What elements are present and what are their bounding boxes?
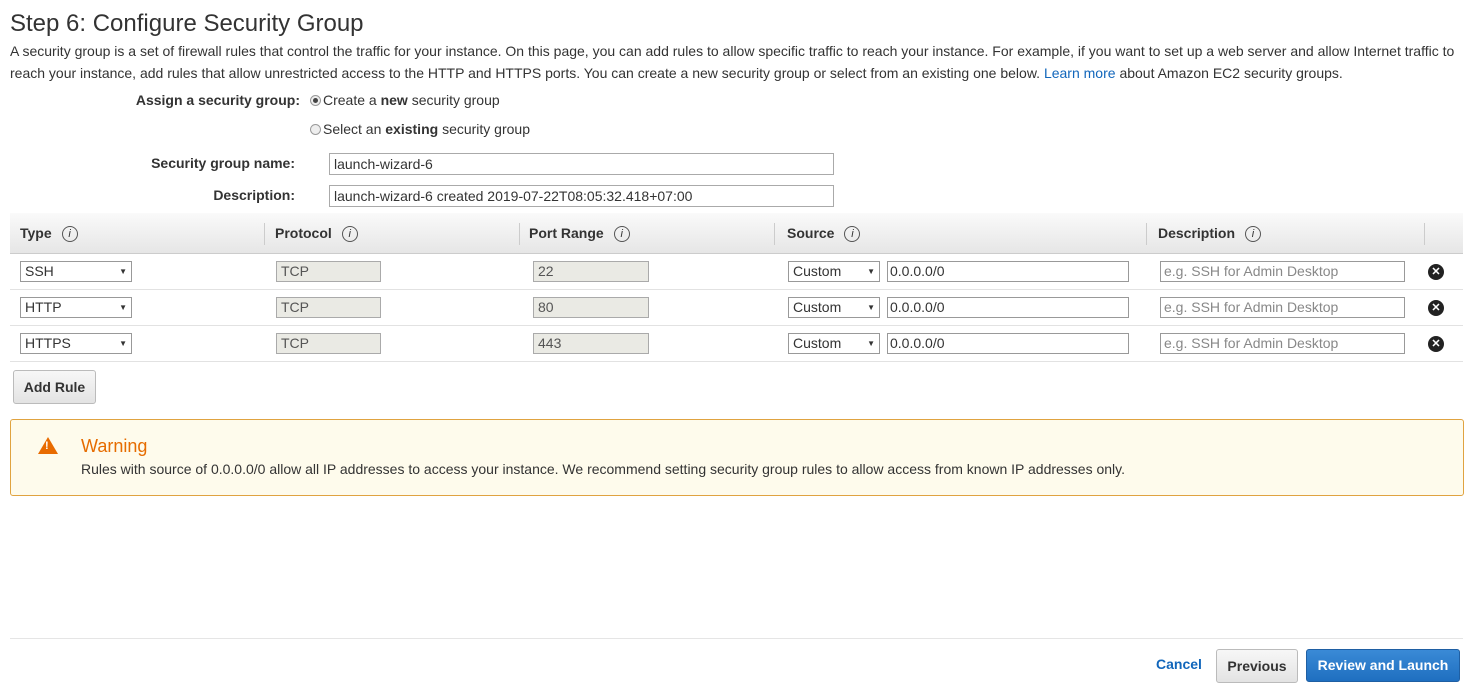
info-icon[interactable]: i: [1245, 225, 1262, 242]
rules-table: Type i Protocol i Port Range i Source i Desc…: [10, 213, 1463, 362]
chevron-down-icon: ▼: [119, 303, 127, 312]
info-icon[interactable]: i: [844, 225, 861, 242]
source-select[interactable]: Custom ▼: [788, 261, 880, 282]
radio-icon[interactable]: [310, 123, 321, 135]
port-range-field: 22: [533, 261, 649, 282]
protocol-field: TCP: [276, 261, 381, 282]
radio-new-text-bold: new: [380, 92, 408, 108]
type-select[interactable]: SSH ▼: [20, 261, 132, 282]
info-icon[interactable]: i: [341, 225, 358, 242]
rule-description-input[interactable]: e.g. SSH for Admin Desktop: [1160, 333, 1405, 354]
table-row: SSH ▼ TCP 22 Custom ▼ 0.0.0.0/0 e.g. SSH f…: [10, 254, 1463, 290]
source-mode-value: Custom: [793, 299, 842, 315]
warning-title: Warning: [81, 436, 148, 456]
source-mode-value: Custom: [793, 263, 842, 279]
header-source-label: Source: [787, 225, 835, 241]
close-circle-icon[interactable]: ✕: [1428, 300, 1444, 316]
header-protocol: Protocol i: [275, 213, 358, 254]
type-select[interactable]: HTTPS ▼: [20, 333, 132, 354]
chevron-down-icon: ▼: [119, 267, 127, 276]
page-title: Step 6: Configure Security Group: [10, 10, 364, 37]
column-divider: [1146, 223, 1147, 245]
warning-panel: ! Warning Rules with source of 0.0.0.0/0…: [10, 419, 1464, 496]
column-divider: [774, 223, 775, 245]
column-divider: [264, 223, 265, 245]
learn-more-link[interactable]: Learn more: [1044, 65, 1116, 81]
port-range-field: 443: [533, 333, 649, 354]
port-range-field: 80: [533, 297, 649, 318]
radio-existing-text-post: security group: [442, 121, 530, 137]
type-value: HTTP: [25, 299, 62, 315]
type-select[interactable]: HTTP ▼: [20, 297, 132, 318]
group-description-input[interactable]: launch-wizard-6 created 2019-07-22T08:05…: [329, 185, 834, 207]
table-row: HTTPS ▼ TCP 443 Custom ▼ 0.0.0.0/0 e.g. SS…: [10, 326, 1463, 362]
intro-suffix: about Amazon EC2 security groups.: [1119, 65, 1343, 81]
close-circle-icon[interactable]: ✕: [1428, 336, 1444, 352]
previous-button[interactable]: Previous: [1216, 649, 1298, 683]
warning-text: Rules with source of 0.0.0.0/0 allow all…: [81, 461, 1126, 477]
warning-icon-glyph: !: [45, 440, 49, 452]
column-divider: [519, 223, 520, 245]
chevron-down-icon: ▼: [119, 339, 127, 348]
header-type-label: Type: [20, 225, 52, 241]
radio-new-text-pre: Create a: [323, 92, 377, 108]
review-and-launch-button[interactable]: Review and Launch: [1306, 649, 1460, 682]
header-protocol-label: Protocol: [275, 225, 332, 241]
radio-select-existing[interactable]: Select an existing security group: [310, 121, 530, 137]
table-row: HTTP ▼ TCP 80 Custom ▼ 0.0.0.0/0 e.g. SSH …: [10, 290, 1463, 326]
close-circle-icon[interactable]: ✕: [1428, 264, 1444, 280]
chevron-down-icon: ▼: [867, 267, 875, 276]
header-description-label: Description: [1158, 225, 1236, 241]
chevron-down-icon: ▼: [867, 339, 875, 348]
chevron-down-icon: ▼: [867, 303, 875, 312]
source-cidr-input[interactable]: 0.0.0.0/0: [887, 261, 1129, 282]
radio-new-text-post: security group: [411, 92, 500, 108]
cancel-link[interactable]: Cancel: [1156, 656, 1202, 672]
type-value: HTTPS: [25, 335, 71, 351]
info-icon[interactable]: i: [613, 225, 630, 242]
source-mode-value: Custom: [793, 335, 842, 351]
group-name-label: Security group name:: [151, 155, 295, 171]
rule-description-input[interactable]: e.g. SSH for Admin Desktop: [1160, 261, 1405, 282]
header-port-range: Port Range i: [529, 213, 630, 254]
source-select[interactable]: Custom ▼: [788, 333, 880, 354]
group-description-label: Description:: [213, 187, 295, 203]
type-value: SSH: [25, 263, 54, 279]
protocol-field: TCP: [276, 297, 381, 318]
radio-create-new[interactable]: Create a new security group: [310, 92, 500, 108]
header-source: Source i: [787, 213, 861, 254]
radio-icon[interactable]: [310, 94, 321, 106]
radio-existing-text-pre: Select an: [323, 121, 382, 137]
source-cidr-input[interactable]: 0.0.0.0/0: [887, 333, 1129, 354]
rule-description-input[interactable]: e.g. SSH for Admin Desktop: [1160, 297, 1405, 318]
radio-existing-text-bold: existing: [385, 121, 439, 137]
rules-table-header: Type i Protocol i Port Range i Source i Desc…: [10, 213, 1463, 254]
column-divider: [1424, 223, 1425, 245]
footer-divider: [10, 638, 1463, 639]
add-rule-button[interactable]: Add Rule: [13, 370, 96, 404]
source-select[interactable]: Custom ▼: [788, 297, 880, 318]
source-cidr-input[interactable]: 0.0.0.0/0: [887, 297, 1129, 318]
header-type: Type i: [20, 213, 78, 254]
warning-triangle-icon: !: [38, 437, 58, 454]
intro-paragraph: A security group is a set of firewall ru…: [10, 40, 1470, 84]
assign-group-label: Assign a security group:: [135, 92, 300, 108]
group-name-input[interactable]: launch-wizard-6: [329, 153, 834, 175]
info-icon[interactable]: i: [61, 225, 78, 242]
protocol-field: TCP: [276, 333, 381, 354]
header-description: Description i: [1158, 213, 1262, 254]
header-port-label: Port Range: [529, 225, 604, 241]
